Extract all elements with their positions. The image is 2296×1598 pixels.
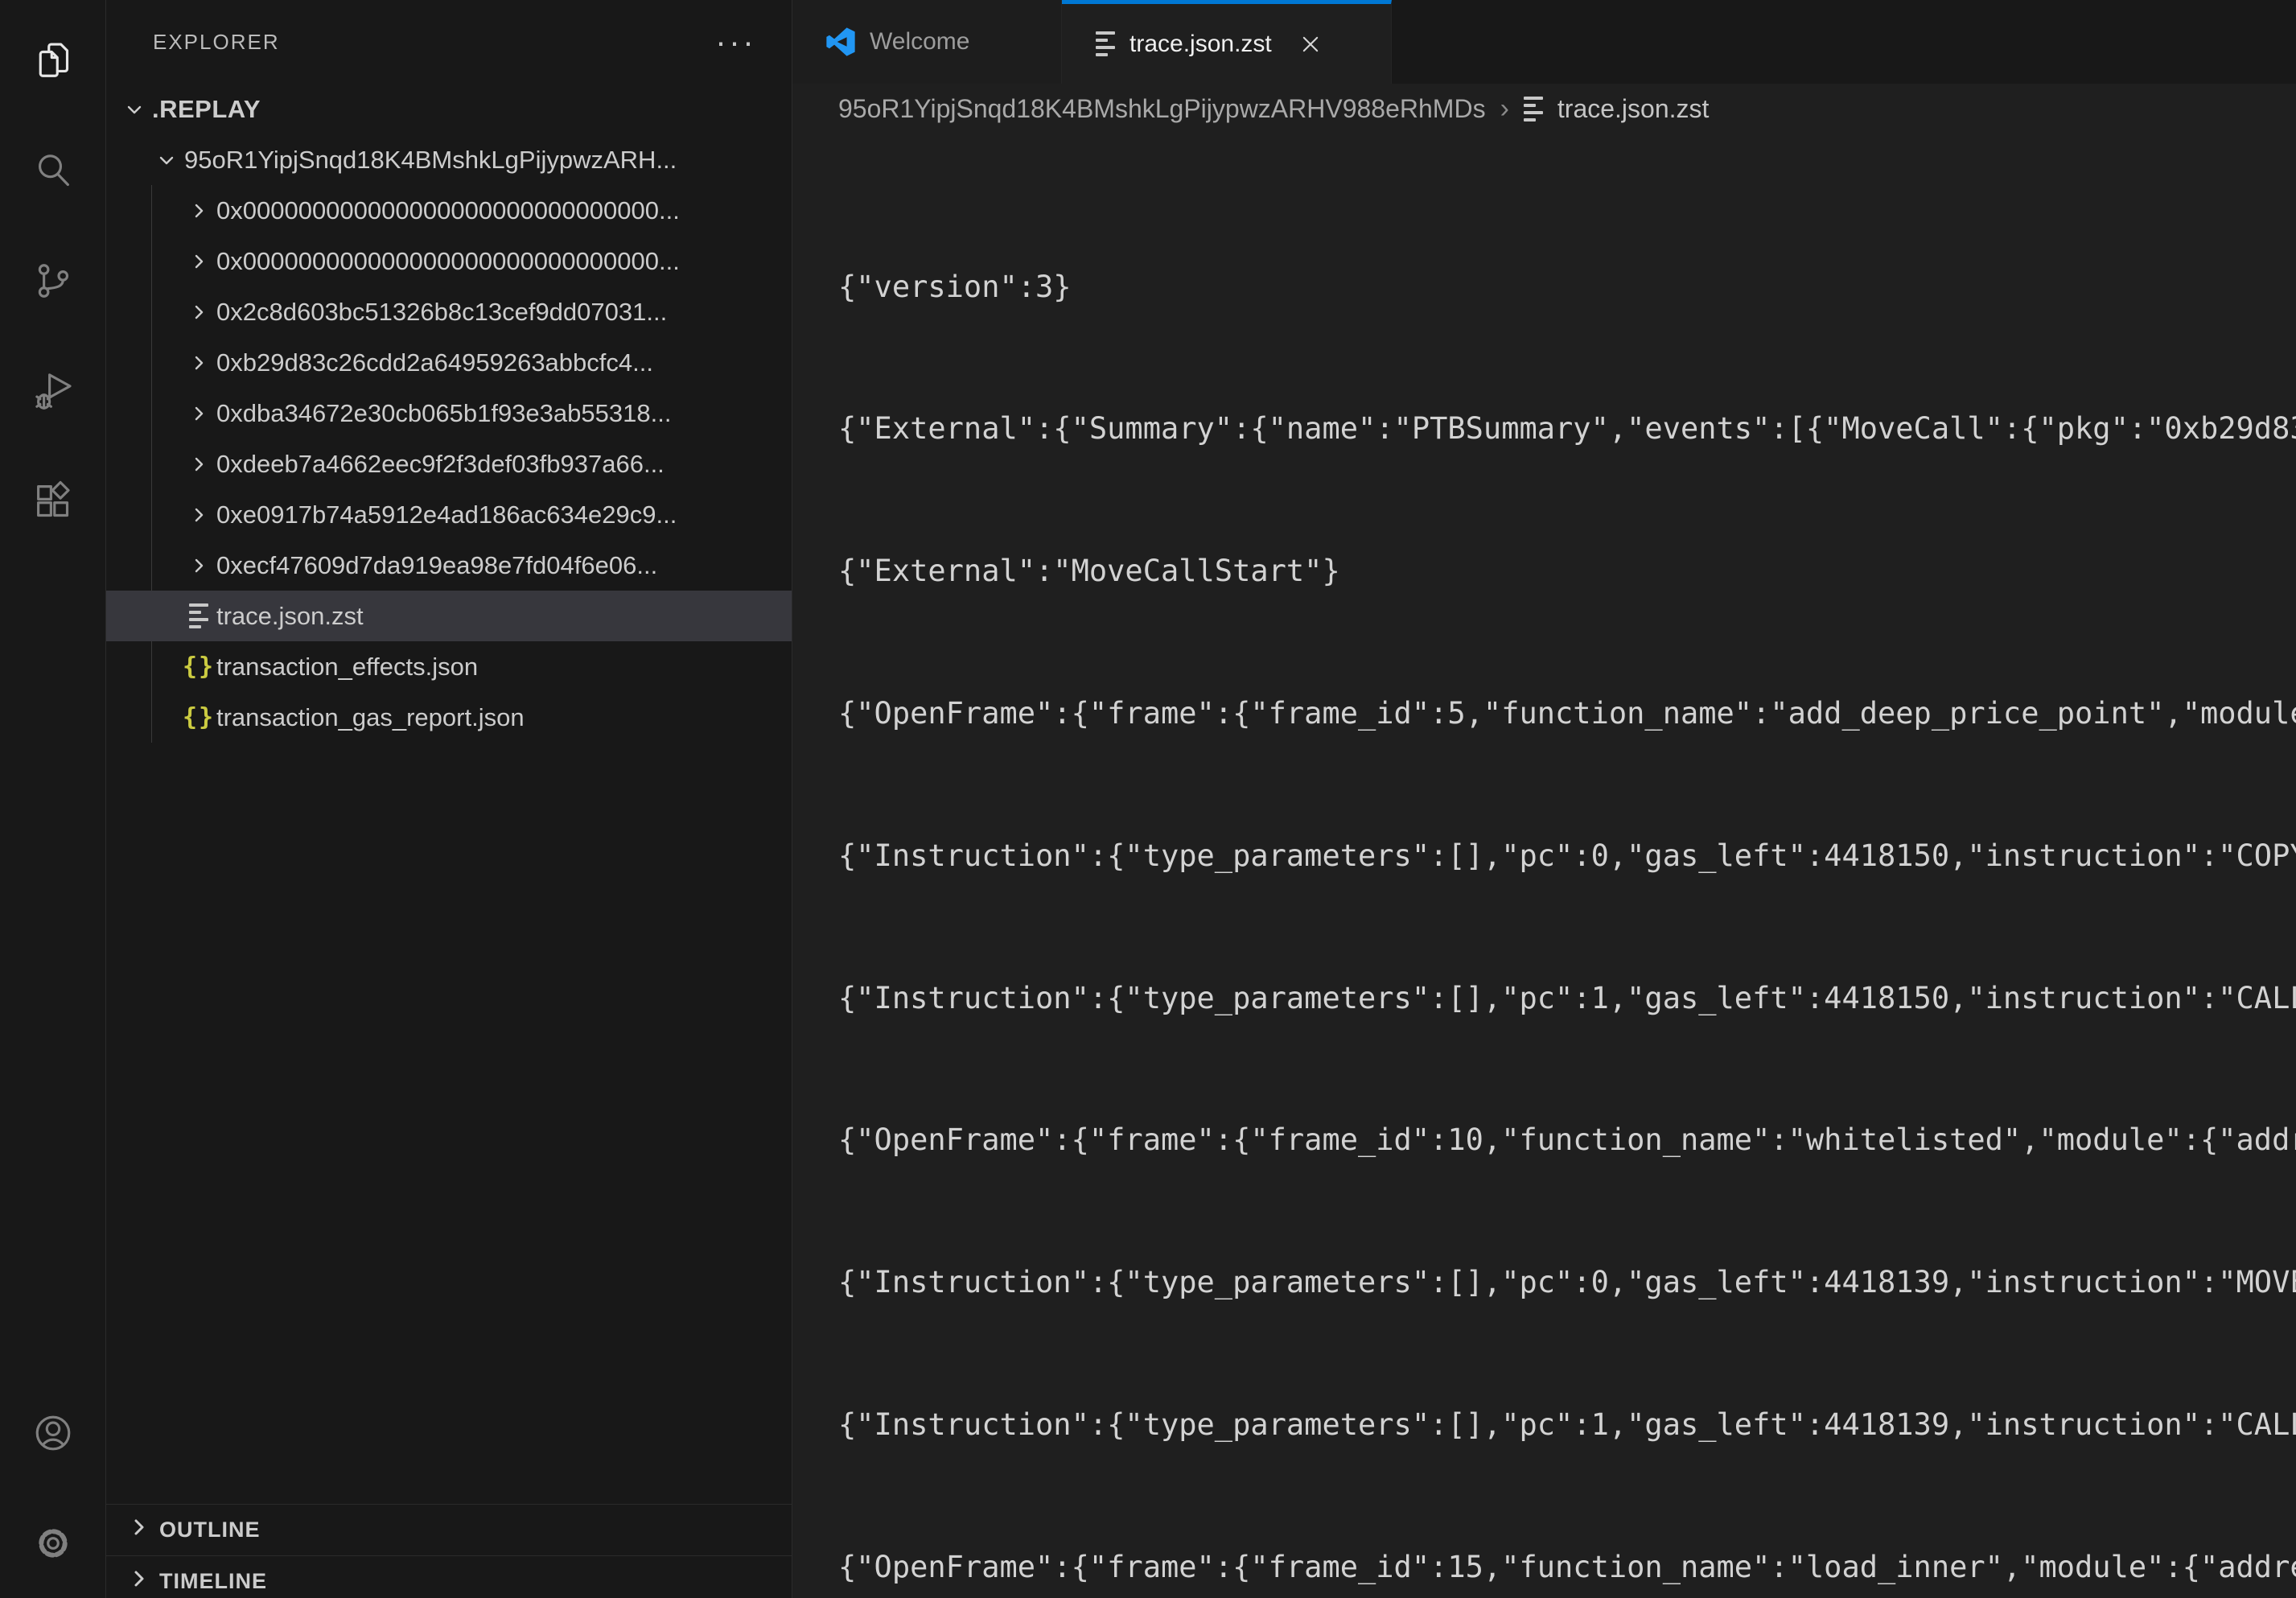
account-icon[interactable]: [0, 1378, 106, 1488]
tab-label: Welcome: [870, 28, 969, 56]
explorer-icon[interactable]: [0, 5, 106, 115]
tree-item-label: trace.json.zst: [216, 602, 364, 631]
chevron-right-icon: [181, 497, 216, 533]
section-label: TIMELINE: [159, 1569, 267, 1594]
tab-trace-json-zst[interactable]: trace.json.zst: [1062, 0, 1392, 84]
tree-item-label: 0xecf47609d7da919ea98e7fd04f6e06...: [216, 551, 657, 580]
sidebar-header: EXPLORER ···: [106, 0, 792, 84]
tab-welcome[interactable]: Welcome: [792, 0, 1062, 84]
chevron-right-icon: [181, 447, 216, 482]
code-line: {"Instruction":{"type_parameters":[],"pc…: [838, 1407, 2296, 1443]
tree-item[interactable]: {} 0xe0917b74a5912e4ad186ac634e29c9...: [106, 489, 792, 540]
tree-item[interactable]: {} 95oR1YipjSnqd18K4BMshkLgPijypwzARH...: [106, 134, 792, 185]
tree-item-label: transaction_gas_report.json: [216, 703, 525, 732]
chevron-right-icon: [181, 193, 216, 229]
code-line: {"Instruction":{"type_parameters":[],"pc…: [838, 1265, 2296, 1300]
code-line: {"External":{"Summary":{"name":"PTBSumma…: [838, 411, 2296, 447]
chevron-right-icon: [129, 1568, 150, 1595]
json-file-icon: {}: [181, 700, 216, 735]
vscode-logo-icon: [826, 27, 855, 56]
tree-item-label: 0xdba34672e30cb065b1f93e3ab55318...: [216, 399, 671, 428]
tree-item-label: 0xdeeb7a4662eec9f2f3def03fb937a66...: [216, 450, 665, 479]
breadcrumb-file[interactable]: trace.json.zst: [1557, 94, 1710, 124]
editor-group: Welcome trace.json.zst 95oR1YipjSnqd18K4…: [792, 0, 2296, 1598]
sidebar-section-header[interactable]: TIMELINE: [106, 1555, 792, 1598]
chevron-right-icon: [181, 548, 216, 583]
chevron-right-icon: [181, 244, 216, 279]
file-lines-icon: [1096, 31, 1115, 56]
tree-item[interactable]: {} 0xdeeb7a4662eec9f2f3def03fb937a66...: [106, 439, 792, 489]
file-lines-icon: [181, 599, 216, 634]
run-and-debug-icon[interactable]: [0, 336, 106, 446]
tab-bar: Welcome trace.json.zst: [792, 0, 2296, 84]
editor-content[interactable]: {"version":3} {"External":{"Summary":{"n…: [792, 134, 2296, 1598]
chevron-right-icon: [181, 345, 216, 381]
chevron-right-icon: [181, 396, 216, 431]
chevron-right-icon: [129, 1517, 150, 1543]
section-label: OUTLINE: [159, 1518, 261, 1542]
tree-item-label: transaction_effects.json: [216, 653, 478, 682]
json-file-icon: {}: [181, 649, 216, 685]
tree-item[interactable]: {} transaction_effects.json: [106, 641, 792, 692]
tree-item[interactable]: {} 0x2c8d603bc51326b8c13cef9dd07031...: [106, 286, 792, 337]
explorer-sidebar: EXPLORER ··· {} .REPLAY: [106, 0, 792, 1598]
tree-item-label: 0x000000000000000000000000000000...: [216, 247, 680, 276]
tree-item[interactable]: {} .REPLAY: [106, 84, 792, 134]
tree-item-label: .REPLAY: [152, 95, 261, 124]
tree-item-label: 0xe0917b74a5912e4ad186ac634e29c9...: [216, 500, 677, 529]
sidebar-title: EXPLORER: [153, 30, 280, 55]
tree-item[interactable]: {} 0xdba34672e30cb065b1f93e3ab55318...: [106, 388, 792, 439]
sidebar-section-header[interactable]: OUTLINE: [106, 1504, 792, 1555]
close-icon[interactable]: [1294, 28, 1327, 60]
file-tree: {} .REPLAY {} 95oR1YipjSnqd18K4BMshkLgPi: [106, 84, 792, 743]
chevron-down-icon: [117, 92, 152, 127]
settings-gear-icon[interactable]: [0, 1488, 106, 1598]
activity-bar: [0, 0, 106, 1598]
tree-item-label: 0x000000000000000000000000000000...: [216, 196, 680, 225]
code-line: {"Instruction":{"type_parameters":[],"pc…: [838, 838, 2296, 874]
tree-item-label: 0xb29d83c26cdd2a64959263abbcfc4...: [216, 348, 653, 377]
file-lines-icon: [1524, 97, 1543, 121]
chevron-down-icon: [149, 142, 184, 178]
tree-item[interactable]: {} trace.json.zst: [106, 591, 792, 641]
sidebar-bottom-sections: OUTLINE TIMELINE: [106, 1504, 792, 1598]
code-line: {"OpenFrame":{"frame":{"frame_id":10,"fu…: [838, 1122, 2296, 1158]
code-line: {"Instruction":{"type_parameters":[],"pc…: [838, 981, 2296, 1016]
tree-item[interactable]: {} 0xecf47609d7da919ea98e7fd04f6e06...: [106, 540, 792, 591]
search-icon[interactable]: [0, 115, 106, 225]
code-line: {"External":"MoveCallStart"}: [838, 554, 2296, 589]
explorer-actions-ellipsis[interactable]: ···: [715, 34, 756, 50]
breadcrumb-separator: ›: [1500, 93, 1509, 125]
tree-item-label: 0x2c8d603bc51326b8c13cef9dd07031...: [216, 298, 667, 327]
tree-item[interactable]: {} 0x000000000000000000000000000000...: [106, 236, 792, 286]
tree-item[interactable]: {} transaction_gas_report.json: [106, 692, 792, 743]
tab-label: trace.json.zst: [1129, 31, 1272, 58]
extensions-icon[interactable]: [0, 446, 106, 556]
tree-item-label: 95oR1YipjSnqd18K4BMshkLgPijypwzARH...: [184, 146, 677, 175]
vscode-window: EXPLORER ··· {} .REPLAY: [0, 0, 2296, 1598]
code-line: {"OpenFrame":{"frame":{"frame_id":15,"fu…: [838, 1550, 2296, 1585]
breadcrumb: 95oR1YipjSnqd18K4BMshkLgPijypwzARHV988eR…: [792, 84, 2296, 134]
tree-item[interactable]: {} 0xb29d83c26cdd2a64959263abbcfc4...: [106, 337, 792, 388]
tree-item[interactable]: {} 0x000000000000000000000000000000...: [106, 185, 792, 236]
source-control-icon[interactable]: [0, 225, 106, 336]
code-line: {"OpenFrame":{"frame":{"frame_id":5,"fun…: [838, 696, 2296, 731]
code-line: {"version":3}: [838, 270, 2296, 305]
chevron-right-icon: [181, 294, 216, 330]
breadcrumb-folder[interactable]: 95oR1YipjSnqd18K4BMshkLgPijypwzARHV988eR…: [838, 94, 1486, 124]
